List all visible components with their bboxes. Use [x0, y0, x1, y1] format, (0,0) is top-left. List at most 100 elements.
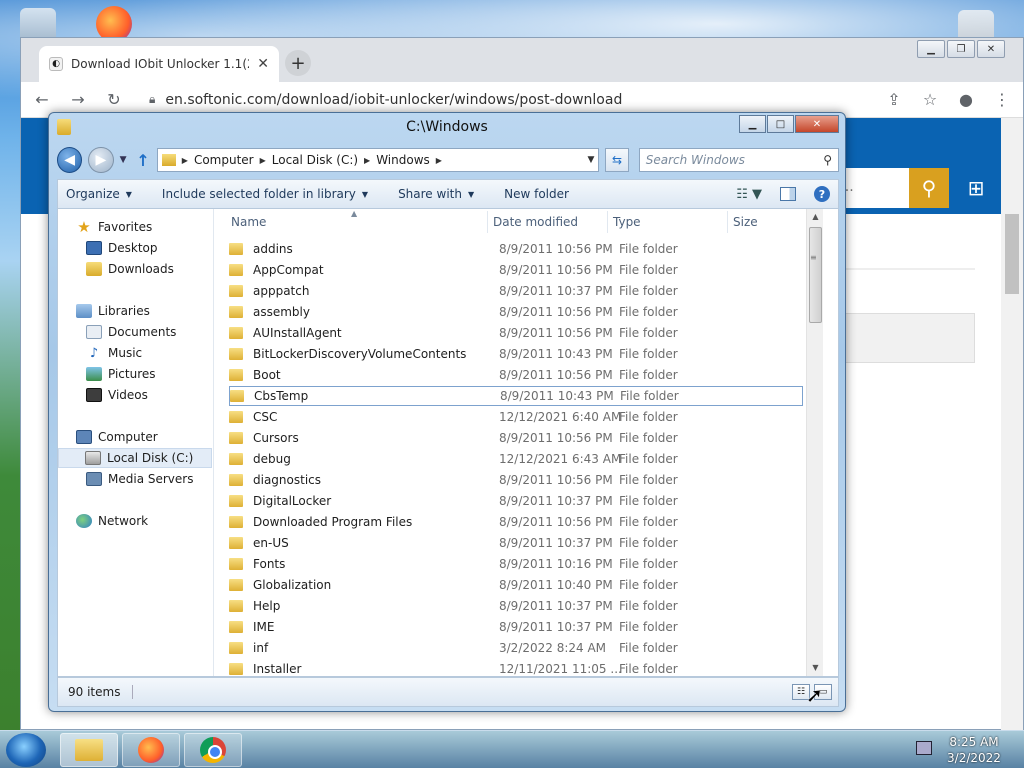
- scroll-up-arrow-icon[interactable]: ▲: [807, 209, 823, 225]
- taskbar-firefox-button[interactable]: [122, 733, 180, 767]
- file-row[interactable]: assembly 8/9/2011 10:56 PM File folder: [229, 302, 803, 322]
- preview-pane-icon[interactable]: [780, 187, 796, 201]
- new-folder-button[interactable]: New folder: [504, 187, 569, 201]
- taskbar-chrome-button[interactable]: [184, 733, 242, 767]
- file-row[interactable]: Cursors 8/9/2011 10:56 PM File folder: [229, 428, 803, 448]
- taskbar-explorer-button[interactable]: [60, 733, 118, 767]
- scroll-thumb[interactable]: [809, 227, 822, 323]
- file-row[interactable]: inf 3/2/2022 8:24 AM File folder: [229, 638, 803, 658]
- file-row[interactable]: AUInstallAgent 8/9/2011 10:56 PM File fold…: [229, 323, 803, 343]
- column-header-name[interactable]: Name: [225, 209, 481, 235]
- file-name: addins: [253, 242, 293, 256]
- nav-media-servers[interactable]: Media Servers: [86, 469, 193, 489]
- breadcrumb-windows[interactable]: Windows: [376, 153, 430, 167]
- file-row[interactable]: Installer 12/11/2021 11:05 ... File folder: [229, 659, 803, 676]
- nav-downloads[interactable]: Downloads: [86, 259, 174, 279]
- forward-button[interactable]: ▶: [88, 147, 114, 173]
- breadcrumb-arrow-icon[interactable]: ▶: [260, 156, 266, 165]
- refresh-button[interactable]: ⇆: [605, 148, 629, 172]
- file-row[interactable]: BitLockerDiscoveryVolumeContents 8/9/2011…: [229, 344, 803, 364]
- scroll-down-arrow-icon[interactable]: ▼: [807, 660, 823, 676]
- profile-avatar-icon[interactable]: ●: [955, 90, 977, 109]
- file-row[interactable]: DigitalLocker 8/9/2011 10:37 PM File folde…: [229, 491, 803, 511]
- minimize-button[interactable]: ▁: [917, 40, 945, 58]
- file-row[interactable]: Fonts 8/9/2011 10:16 PM File folder: [229, 554, 803, 574]
- start-button[interactable]: [6, 733, 46, 767]
- nav-favorites[interactable]: ★ Favorites: [76, 217, 152, 237]
- breadcrumb-arrow-icon[interactable]: ▶: [364, 156, 370, 165]
- system-clock[interactable]: 8:25 AM 3/2/2022: [944, 734, 1004, 766]
- file-row[interactable]: diagnostics 8/9/2011 10:56 PM File folder: [229, 470, 803, 490]
- explorer-titlebar[interactable]: C:\Windows ▁ □ ✕: [49, 113, 845, 141]
- page-scroll-thumb[interactable]: [1005, 214, 1019, 294]
- network-tray-icon[interactable]: [916, 741, 932, 755]
- windows-platform-icon[interactable]: ⊞: [951, 168, 1001, 208]
- nav-pictures[interactable]: Pictures: [86, 364, 156, 384]
- reload-icon[interactable]: ↻: [103, 90, 125, 109]
- breadcrumb-arrow-icon[interactable]: ▶: [436, 156, 442, 165]
- column-header-type[interactable]: Type: [607, 209, 727, 235]
- file-date: 8/9/2011 10:37 PM: [499, 284, 613, 298]
- nav-network[interactable]: Network: [76, 511, 148, 531]
- file-list-scrollbar[interactable]: ▲ ≡ ▼: [806, 209, 823, 676]
- file-date: 8/9/2011 10:37 PM: [499, 536, 613, 550]
- file-date: 12/12/2021 6:40 AM: [499, 410, 622, 424]
- change-view-icon[interactable]: ☷ ▼: [736, 187, 762, 202]
- navigation-bar: ◀ ▶ ▼ ↑ ▶ Computer ▶ Local Disk (C:) ▶ W…: [57, 145, 839, 175]
- column-header-size[interactable]: Size: [727, 209, 807, 235]
- file-row[interactable]: Globalization 8/9/2011 10:40 PM File folde…: [229, 575, 803, 595]
- file-row[interactable]: en-US 8/9/2011 10:37 PM File folder: [229, 533, 803, 553]
- help-icon[interactable]: ?: [814, 186, 830, 202]
- nav-local-disk[interactable]: Local Disk (C:): [58, 448, 212, 468]
- folder-icon: [229, 411, 243, 423]
- address-bar[interactable]: 🔒︎ en.softonic.com/download/iobit-unlock…: [149, 92, 869, 108]
- file-row[interactable]: Help 8/9/2011 10:37 PM File folder: [229, 596, 803, 616]
- hard-disk-icon: [85, 451, 101, 465]
- share-with-menu[interactable]: Share with ▼: [398, 187, 474, 201]
- bookmark-star-icon[interactable]: ☆: [919, 90, 941, 109]
- file-row[interactable]: Downloaded Program Files 8/9/2011 10:56 P…: [229, 512, 803, 532]
- file-row[interactable]: Boot 8/9/2011 10:56 PM File folder: [229, 365, 803, 385]
- back-button[interactable]: ◀: [57, 147, 83, 173]
- recent-pages-chevron-icon[interactable]: ▼: [120, 155, 130, 165]
- breadcrumb-computer[interactable]: Computer: [194, 153, 254, 167]
- breadcrumb-arrow-icon[interactable]: ▶: [182, 156, 188, 165]
- nav-libraries[interactable]: Libraries: [76, 301, 150, 321]
- minimize-button[interactable]: ▁: [739, 115, 766, 133]
- file-row[interactable]: CSC 12/12/2021 6:40 AM File folder: [229, 407, 803, 427]
- search-input[interactable]: Search Windows ⚲: [638, 148, 839, 172]
- address-breadcrumb[interactable]: ▶ Computer ▶ Local Disk (C:) ▶ Windows ▶…: [156, 148, 600, 172]
- close-button[interactable]: ✕: [977, 40, 1005, 58]
- nav-documents[interactable]: Documents: [86, 322, 176, 342]
- up-arrow-icon[interactable]: ↑: [135, 151, 151, 170]
- tab-strip: ◐ Download IObit Unlocker 1.1(201 ✕ + ▁ …: [21, 38, 1023, 82]
- nav-music[interactable]: ♪ Music: [86, 343, 142, 363]
- address-dropdown-icon[interactable]: ▼: [587, 155, 594, 165]
- file-row[interactable]: debug 12/12/2021 6:43 AM File folder: [229, 449, 803, 469]
- tab-close-icon[interactable]: ✕: [257, 56, 269, 72]
- share-icon[interactable]: ⇪: [883, 90, 905, 109]
- page-scrollbar[interactable]: [1001, 118, 1023, 731]
- organize-menu[interactable]: Organize ▼: [66, 187, 132, 201]
- browser-tab[interactable]: ◐ Download IObit Unlocker 1.1(201 ✕: [39, 46, 279, 82]
- nav-computer[interactable]: Computer: [76, 427, 158, 447]
- include-in-library-menu[interactable]: Include selected folder in library ▼: [162, 187, 368, 201]
- file-row[interactable]: apppatch 8/9/2011 10:37 PM File folder: [229, 281, 803, 301]
- close-button[interactable]: ✕: [795, 115, 839, 133]
- maximize-button[interactable]: □: [767, 115, 794, 133]
- column-header-date[interactable]: Date modified: [487, 209, 607, 235]
- menu-kebab-icon[interactable]: ⋮: [991, 90, 1013, 109]
- file-row[interactable]: AppCompat 8/9/2011 10:56 PM File folder: [229, 260, 803, 280]
- breadcrumb-local-disk[interactable]: Local Disk (C:): [272, 153, 358, 167]
- forward-arrow-icon[interactable]: →: [67, 90, 89, 109]
- file-row[interactable]: IME 8/9/2011 10:37 PM File folder: [229, 617, 803, 637]
- file-row-selected[interactable]: CbsTemp 8/9/2011 10:43 PM File folder: [229, 386, 803, 406]
- file-type: File folder: [619, 242, 678, 256]
- restore-button[interactable]: ❐: [947, 40, 975, 58]
- new-tab-button[interactable]: +: [285, 50, 311, 76]
- page-search-button[interactable]: ⚲: [909, 168, 949, 208]
- file-row[interactable]: addins 8/9/2011 10:56 PM File folder: [229, 239, 803, 259]
- nav-desktop[interactable]: Desktop: [86, 238, 158, 258]
- nav-videos[interactable]: Videos: [86, 385, 148, 405]
- back-arrow-icon[interactable]: ←: [31, 90, 53, 109]
